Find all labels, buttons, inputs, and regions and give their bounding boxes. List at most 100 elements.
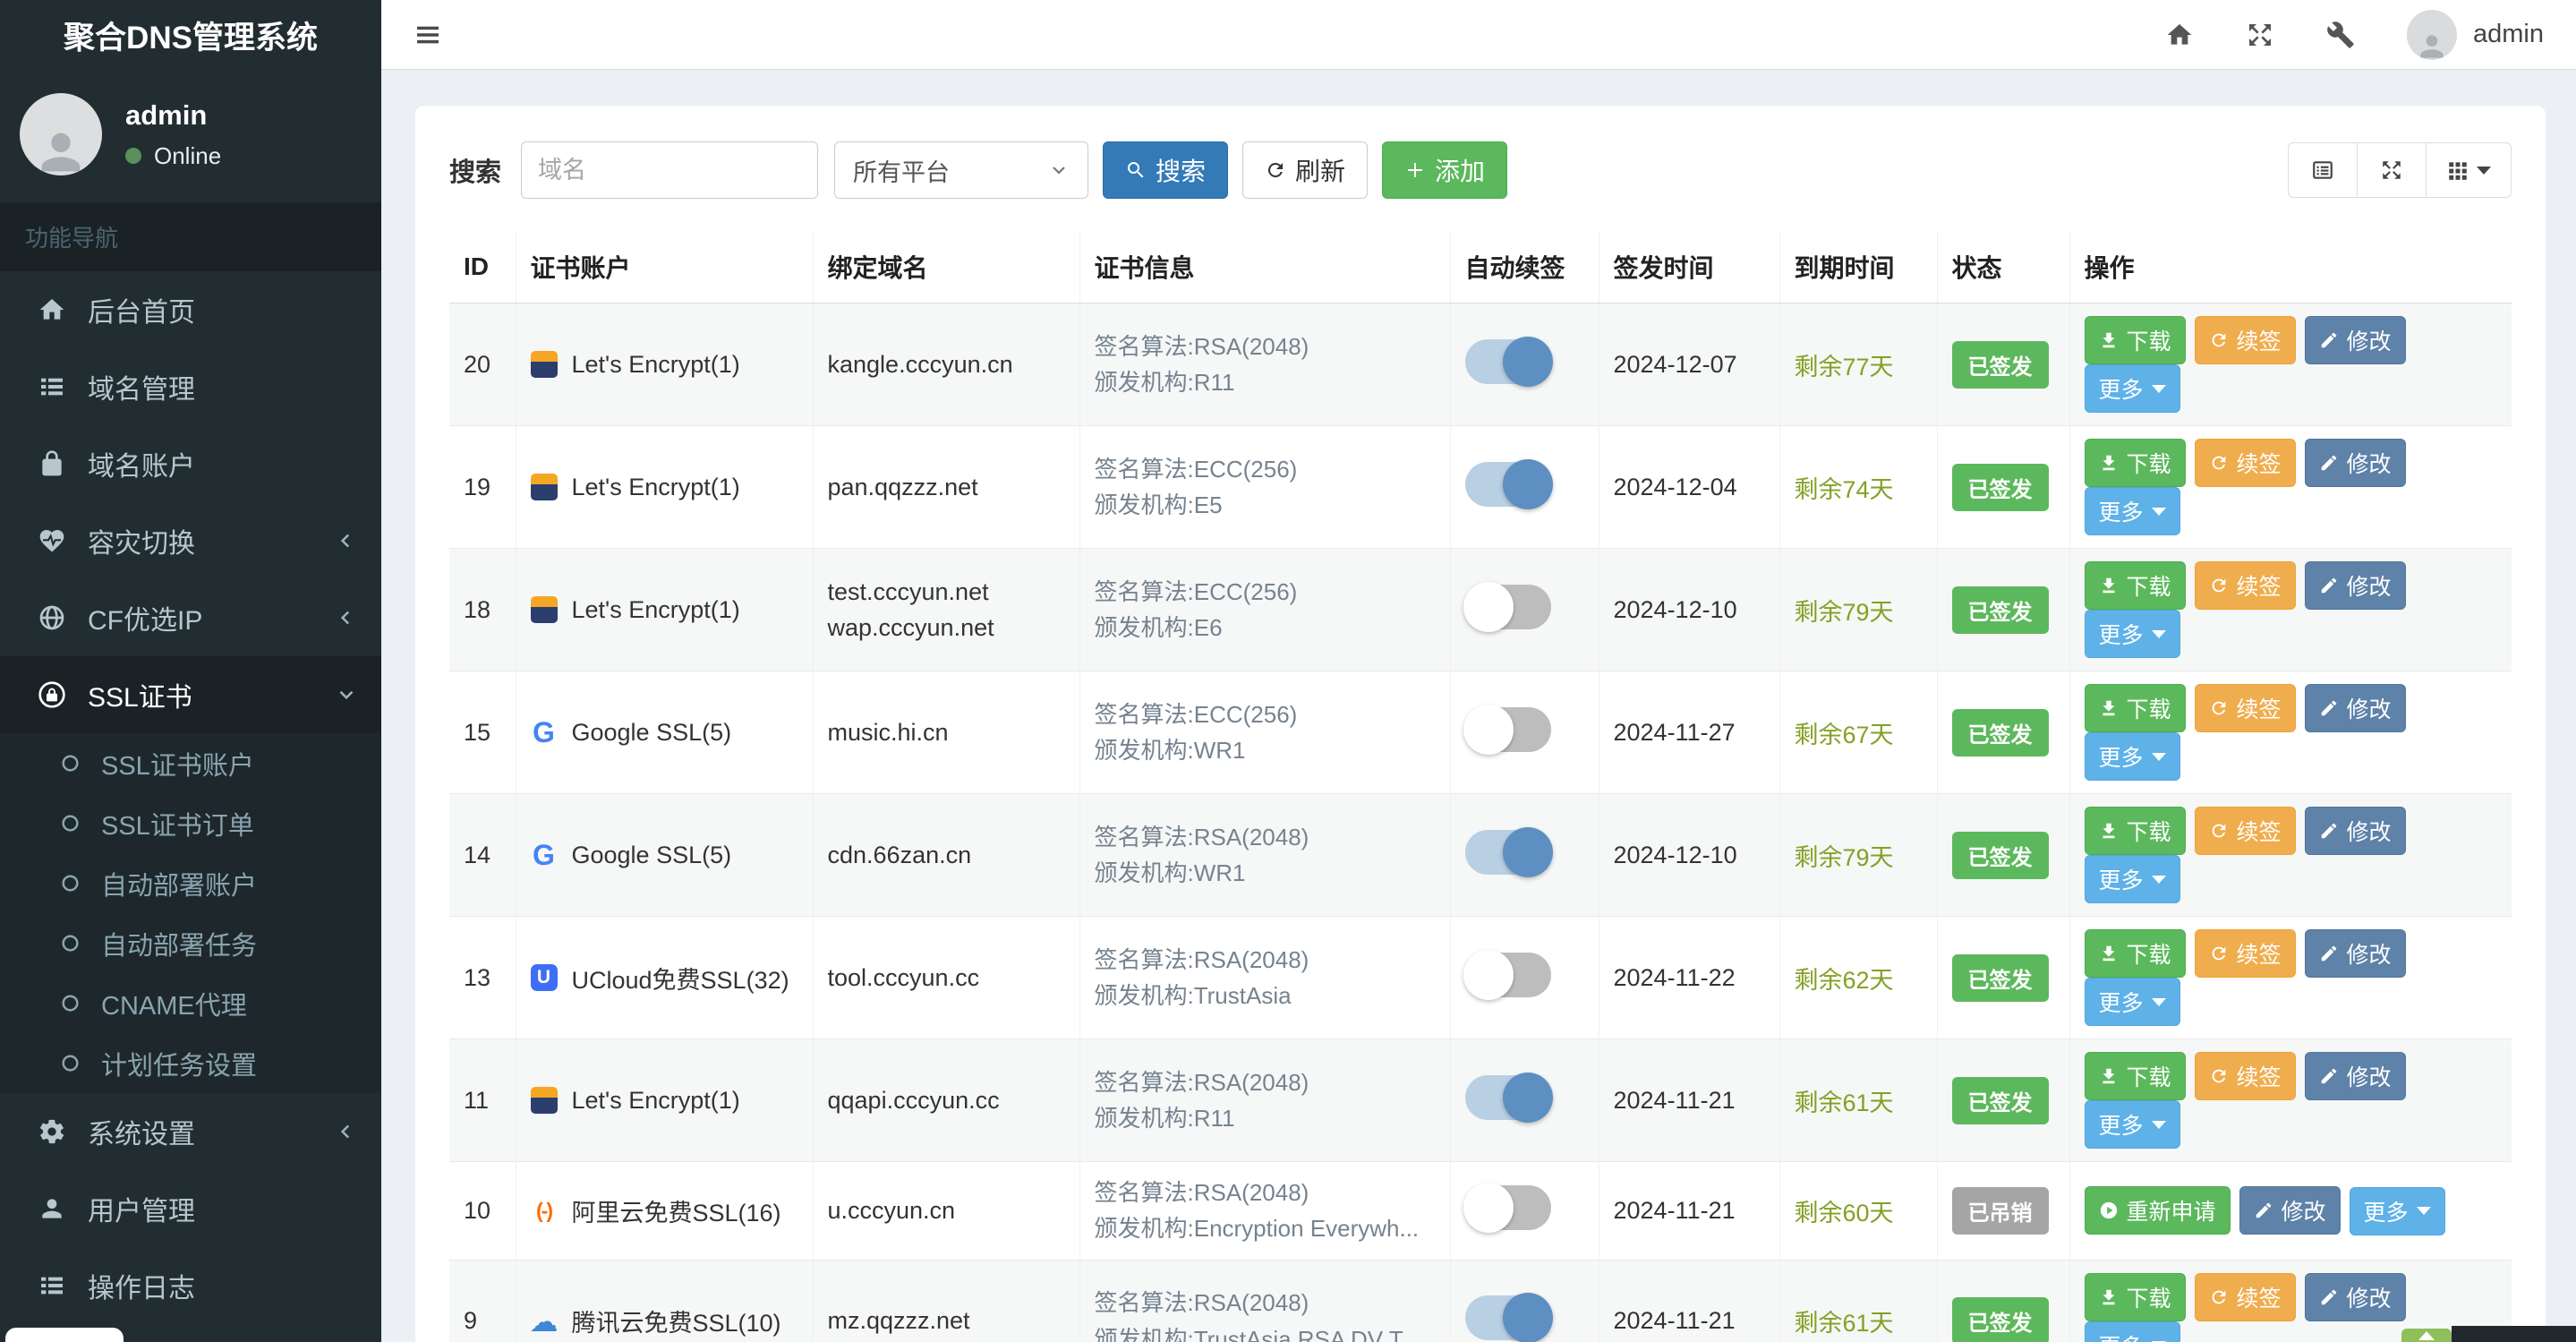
renew-button[interactable]: 续签 [2194, 807, 2296, 855]
floating-green-button[interactable] [2401, 1329, 2452, 1342]
gears-icon [39, 1119, 64, 1144]
sidebar-item-label: 系统设置 [88, 1120, 195, 1150]
sidebar-subitem-ssl-accounts[interactable]: SSL证书账户 [0, 733, 381, 793]
cell-domains: cdn.66zan.cn [812, 793, 1079, 917]
fullscreen-icon[interactable] [2246, 21, 2274, 49]
renew-button-label: 续签 [2236, 820, 2282, 845]
renew-button[interactable]: 续签 [2194, 316, 2296, 364]
download-button[interactable]: 下载 [2084, 439, 2186, 487]
download-button[interactable]: 下载 [2084, 1272, 2186, 1321]
renew-button[interactable]: 续签 [2194, 1052, 2296, 1100]
edit-button[interactable]: 修改 [2304, 807, 2406, 855]
platform-select[interactable]: 所有平台 [834, 141, 1089, 199]
sidebar-item-users[interactable]: 用户管理 [0, 1170, 381, 1247]
detail-view-button[interactable] [2288, 142, 2358, 198]
sidebar-subitem-ssl-orders[interactable]: SSL证书订单 [0, 793, 381, 853]
more-button[interactable]: 更多 [2084, 1321, 2180, 1342]
app-logo[interactable]: 聚合DNS管理系统 [0, 0, 381, 70]
sidebar-item-failover[interactable]: 容灾切换 [0, 502, 381, 579]
hamburger-menu-icon[interactable] [414, 21, 442, 49]
renew-button[interactable]: 续签 [2194, 439, 2296, 487]
auto-renew-toggle[interactable] [1464, 826, 1553, 877]
more-button[interactable]: 更多 [2349, 1186, 2445, 1235]
search-input[interactable] [521, 141, 819, 199]
renew-button[interactable]: 续签 [2194, 561, 2296, 610]
circle-icon [62, 995, 79, 1012]
download-button[interactable]: 下载 [2084, 929, 2186, 978]
more-button[interactable]: 更多 [2084, 364, 2180, 413]
col-header-1: 证书账户 [515, 231, 813, 303]
expand-view-button[interactable] [2357, 142, 2427, 198]
sidebar-item-domains[interactable]: 域名管理 [0, 348, 381, 425]
more-button[interactable]: 更多 [2084, 610, 2180, 658]
cell-cert-info: 签名算法:RSA(2048) 颁发机构:TrustAsia RSA DV T..… [1079, 1259, 1450, 1342]
renew-button[interactable]: 续签 [2194, 929, 2296, 978]
auto-renew-toggle[interactable] [1464, 1293, 1553, 1342]
download-button-label: 下载 [2126, 452, 2171, 477]
cell-id: 20 [449, 303, 516, 426]
listalt-icon [2313, 161, 2333, 179]
sidebar-subitem-deploy-tasks[interactable]: 自动部署任务 [0, 913, 381, 973]
auto-renew-toggle[interactable] [1464, 336, 1553, 387]
toggle-knob [1502, 1293, 1553, 1342]
download-button[interactable]: 下载 [2084, 1052, 2186, 1100]
download-button[interactable]: 下载 [2084, 684, 2186, 732]
more-button[interactable]: 更多 [2084, 1100, 2180, 1149]
edit-button[interactable]: 修改 [2304, 684, 2406, 732]
sidebar-item-ssl[interactable]: SSL证书 [0, 656, 381, 733]
refresh-button[interactable]: 刷新 [1242, 141, 1369, 199]
edit-button[interactable]: 修改 [2304, 929, 2406, 978]
sidebar: 聚合DNS管理系统 admin Online 功能导航 后台首页 域名管理 域名账户… [0, 0, 381, 1342]
cell-auto-renew [1449, 916, 1599, 1039]
sidebar-subitem-deploy-accounts[interactable]: 自动部署账户 [0, 853, 381, 913]
online-dot-icon [125, 148, 141, 164]
more-button[interactable]: 更多 [2084, 855, 2180, 903]
sidebar-item-label: SSL证书 [88, 683, 192, 713]
algo-line: 签名算法:RSA(2048) [1094, 945, 1309, 973]
sidebar-item-logs[interactable]: 操作日志 [0, 1247, 381, 1324]
edit-button-label: 修改 [2346, 820, 2392, 845]
renew-button[interactable]: 续签 [2194, 684, 2296, 732]
topbar-user-menu[interactable]: admin [2407, 9, 2544, 60]
edit-button[interactable]: 修改 [2304, 561, 2406, 610]
download-button[interactable]: 下载 [2084, 807, 2186, 855]
tools-icon[interactable] [2326, 21, 2355, 49]
more-button[interactable]: 更多 [2084, 978, 2180, 1026]
add-button[interactable]: 添加 [1382, 141, 1508, 199]
edit-button[interactable]: 修改 [2304, 439, 2406, 487]
edit-button[interactable]: 修改 [2304, 316, 2406, 364]
auto-renew-toggle[interactable] [1464, 1072, 1553, 1123]
sidebar-item-system[interactable]: 系统设置 [0, 1093, 381, 1170]
reapply-button[interactable]: 重新申请 [2084, 1185, 2231, 1235]
auto-renew-toggle[interactable] [1464, 458, 1553, 509]
sidebar-item-cf-ip[interactable]: CF优选IP [0, 579, 381, 656]
auto-renew-toggle[interactable] [1463, 949, 1551, 1000]
caret-down-icon [2416, 1207, 2431, 1216]
sidebar-item-dashboard[interactable]: 后台首页 [0, 271, 381, 348]
renew-button[interactable]: 续签 [2194, 1272, 2296, 1321]
auto-renew-toggle[interactable] [1463, 1182, 1551, 1233]
download-button[interactable]: 下载 [2084, 561, 2186, 610]
download-button-label: 下载 [2126, 1286, 2171, 1312]
edit-button[interactable]: 修改 [2239, 1185, 2341, 1235]
more-button-label: 更多 [2098, 868, 2144, 893]
auto-renew-toggle[interactable] [1463, 704, 1551, 755]
search-button[interactable]: 搜索 [1103, 141, 1229, 199]
auto-renew-toggle[interactable] [1463, 581, 1551, 632]
sidebar-item-domain-accounts[interactable]: 域名账户 [0, 425, 381, 502]
edit-button[interactable]: 修改 [2304, 1052, 2406, 1100]
cell-actions: 下载 续签 修改更多 [2068, 303, 2512, 426]
table-row: 10 (-) 阿里云免费SSL(16) u.cccyun.cn 签名算法:RSA(20… [449, 1161, 2512, 1261]
more-button[interactable]: 更多 [2084, 732, 2180, 781]
download-button[interactable]: 下载 [2084, 316, 2186, 364]
sidebar-subitem-cron-settings[interactable]: 计划任务设置 [0, 1033, 381, 1093]
toggle-knob [1502, 826, 1553, 877]
edit-button[interactable]: 修改 [2304, 1272, 2406, 1321]
columns-view-button[interactable] [2426, 142, 2512, 198]
sidebar-subitem-cname-proxy[interactable]: CNAME代理 [0, 973, 381, 1033]
more-button[interactable]: 更多 [2084, 487, 2180, 535]
edit-icon [2321, 1068, 2336, 1084]
chevron-down-icon [339, 690, 354, 700]
home-icon[interactable] [2165, 21, 2194, 49]
letsencrypt-icon [530, 596, 558, 623]
